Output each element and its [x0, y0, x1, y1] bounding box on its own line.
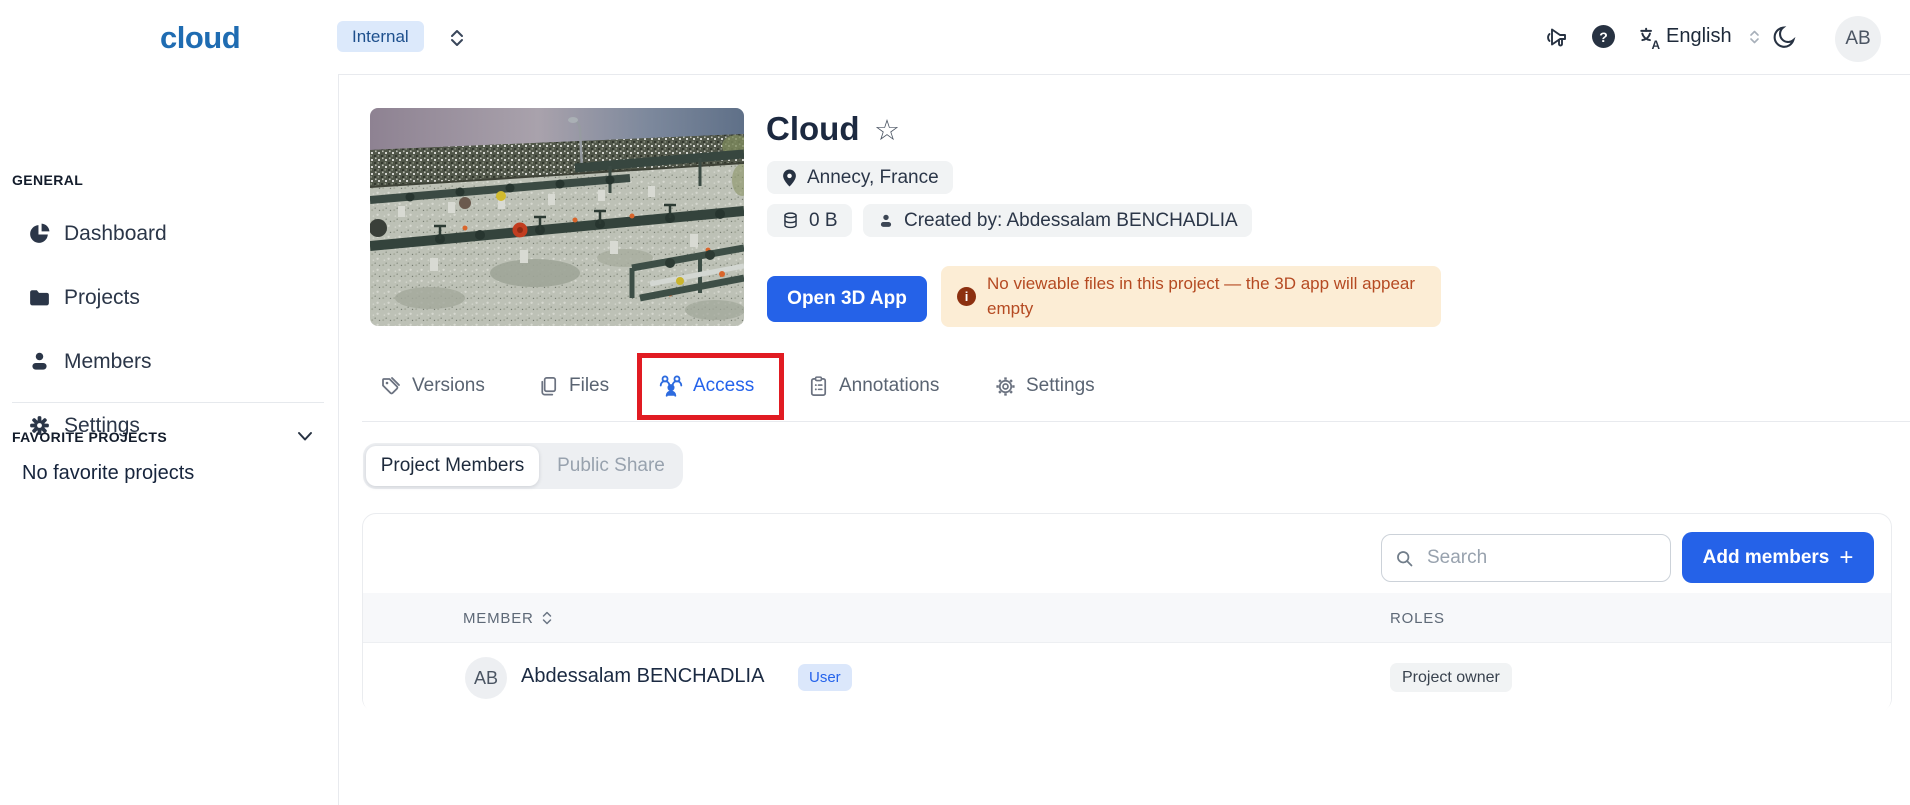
sidebar-item-dashboard[interactable]: Dashboard — [27, 221, 167, 246]
warning-banner: i No viewable files in this project — th… — [941, 266, 1441, 327]
tab-label: Versions — [412, 375, 485, 396]
column-member-label: MEMBER — [463, 609, 534, 627]
folder-icon — [27, 285, 52, 310]
sidebar-item-members[interactable]: Members — [27, 349, 152, 374]
project-thumbnail[interactable] — [370, 108, 744, 326]
sidebar-item-label: Projects — [64, 285, 140, 309]
workspace-updown-icon[interactable] — [448, 28, 466, 48]
location-badge: Annecy, France — [767, 161, 953, 194]
column-roles-label: ROLES — [1390, 609, 1445, 627]
subtab-public-share[interactable]: Public Share — [541, 443, 681, 489]
language-updown-icon[interactable] — [1748, 29, 1761, 45]
plus-icon: + — [1839, 543, 1854, 571]
sidebar-item-label: Members — [64, 349, 152, 373]
person-small-icon — [877, 212, 895, 230]
open-3d-app-button[interactable]: Open 3D App — [767, 276, 927, 322]
help-glyph: ? — [1599, 28, 1608, 45]
members-card: Add members + MEMBER ROLES AB Abdessalam… — [362, 513, 1892, 713]
location-pin-icon — [781, 168, 798, 188]
member-name: Abdessalam BENCHADLIA — [521, 665, 765, 687]
subtab-project-members[interactable]: Project Members — [366, 446, 539, 486]
column-roles: ROLES — [1390, 593, 1445, 643]
sidebar: GENERAL Dashboard Projects Members Setti… — [0, 74, 339, 805]
user-avatar[interactable]: AB — [1835, 16, 1881, 62]
language-selector[interactable]: English — [1666, 25, 1732, 48]
created-by-text: Created by: Abdessalam BENCHADLIA — [904, 209, 1238, 231]
app-root: cloud Internal ? A English AB GENERAL Da… — [0, 0, 1910, 805]
size-badge: 0 B — [767, 204, 852, 237]
info-icon: i — [957, 287, 976, 306]
favorites-empty-text: No favorite projects — [22, 462, 195, 484]
app-logo[interactable]: cloud — [160, 20, 241, 56]
person-icon — [27, 349, 52, 374]
member-type-badge: User — [798, 664, 852, 691]
tab-label: Annotations — [839, 375, 940, 396]
search-input[interactable] — [1425, 546, 1658, 570]
database-icon — [781, 211, 800, 230]
clipboard-icon — [807, 375, 830, 398]
sidebar-section-general: GENERAL — [12, 172, 84, 188]
sidebar-item-label: Dashboard — [64, 221, 167, 245]
files-icon — [537, 375, 560, 398]
table-header: MEMBER ROLES — [363, 593, 1891, 643]
tab-label: Files — [569, 375, 610, 396]
size-text: 0 B — [809, 209, 838, 231]
navbar: cloud Internal ? A English AB — [0, 0, 1910, 75]
access-subtabs: Project Members Public Share — [363, 443, 683, 489]
help-icon[interactable]: ? — [1592, 25, 1615, 48]
created-by-badge: Created by: Abdessalam BENCHADLIA — [863, 204, 1252, 237]
tab-label: Settings — [1026, 375, 1095, 396]
warning-text: No viewable files in this project — the … — [987, 273, 1416, 318]
location-text: Annecy, France — [807, 166, 939, 188]
gear-outline-icon — [994, 375, 1017, 398]
announcements-icon[interactable] — [1545, 26, 1569, 50]
tab-annotations[interactable]: Annotations — [807, 362, 939, 410]
search-icon — [1394, 548, 1415, 569]
member-search[interactable] — [1381, 534, 1671, 582]
annotation-highlight-box — [637, 353, 784, 420]
column-member[interactable]: MEMBER — [463, 593, 553, 643]
favorite-star-icon[interactable]: ☆ — [874, 113, 900, 148]
workspace-selector[interactable]: Internal — [337, 21, 424, 52]
add-members-label: Add members — [1702, 546, 1830, 568]
sidebar-section-favorites[interactable]: FAVORITE PROJECTS — [12, 429, 167, 445]
sidebar-divider — [12, 402, 324, 403]
member-avatar: AB — [465, 657, 507, 699]
table-row[interactable]: AB Abdessalam BENCHADLIA User Project ow… — [363, 643, 1891, 713]
tab-settings[interactable]: Settings — [994, 362, 1095, 410]
tab-versions[interactable]: Versions — [379, 362, 485, 410]
add-members-button[interactable]: Add members + — [1682, 532, 1874, 583]
dashboard-icon — [27, 221, 52, 246]
svg-text:A: A — [1652, 38, 1661, 52]
tags-icon — [379, 374, 403, 398]
sort-icon[interactable] — [541, 610, 553, 626]
tabs-divider — [362, 421, 1910, 422]
tab-files[interactable]: Files — [537, 362, 609, 410]
project-title: Cloud — [766, 110, 860, 147]
member-role-badge: Project owner — [1390, 663, 1512, 692]
sidebar-item-projects[interactable]: Projects — [27, 285, 140, 310]
theme-toggle-moon-icon[interactable] — [1772, 25, 1797, 50]
chevron-down-icon[interactable] — [296, 429, 314, 443]
translate-icon[interactable]: A — [1638, 26, 1664, 52]
